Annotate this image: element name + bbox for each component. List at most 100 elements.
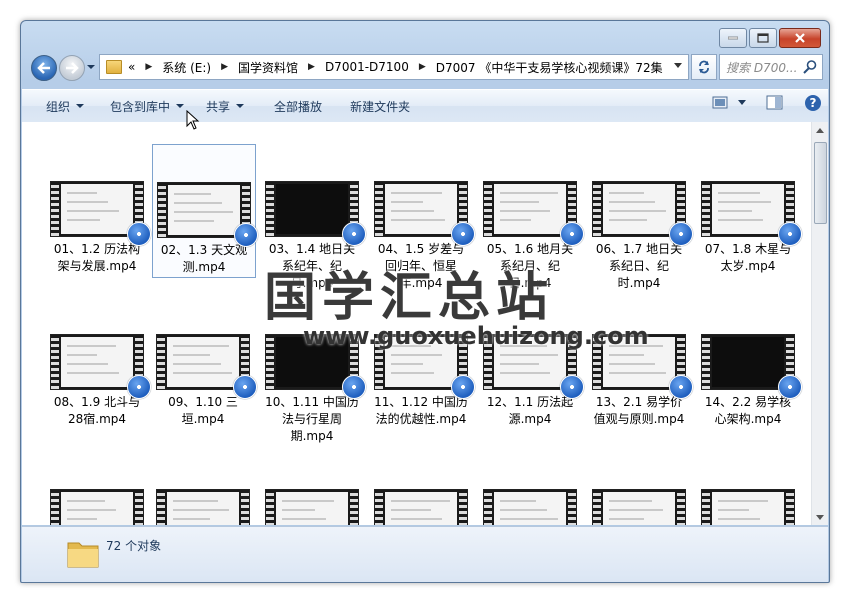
thumbnail-frame bbox=[61, 337, 133, 387]
thumbnail-text-line bbox=[718, 210, 752, 212]
help-icon[interactable]: ? bbox=[804, 94, 822, 112]
search-box[interactable]: 搜索 D700... bbox=[719, 54, 823, 80]
thumbnail-frame bbox=[167, 492, 239, 525]
scrollbar-thumb[interactable] bbox=[814, 142, 827, 224]
media-player-icon bbox=[451, 222, 475, 246]
thumbnail-text-line bbox=[67, 201, 108, 203]
film-strip bbox=[51, 490, 59, 525]
breadcrumb-item[interactable]: D7001-D7100 bbox=[325, 60, 409, 74]
file-item[interactable] bbox=[370, 452, 472, 525]
breadcrumb-overflow[interactable]: « bbox=[128, 60, 135, 74]
media-player-icon bbox=[560, 222, 584, 246]
maximize-button[interactable] bbox=[749, 28, 777, 48]
address-dropdown-icon[interactable] bbox=[674, 63, 682, 69]
thumbnail-text-line bbox=[391, 500, 450, 502]
play-all-button[interactable]: 全部播放 bbox=[264, 90, 332, 122]
thumbnail-text-line bbox=[67, 354, 97, 356]
preview-pane-icon[interactable] bbox=[766, 95, 784, 111]
thumbnail-frame bbox=[167, 337, 239, 387]
thumbnail-frame bbox=[276, 184, 348, 234]
thumbnail-text-line bbox=[718, 500, 768, 502]
thumbnail-text-line bbox=[67, 345, 116, 347]
change-view-icon[interactable] bbox=[712, 96, 730, 110]
vertical-scrollbar[interactable] bbox=[811, 122, 828, 525]
thumbnail-text-line bbox=[391, 363, 423, 365]
file-item[interactable]: 06、1.7 地日关系纪日、纪时.mp4 bbox=[588, 144, 693, 292]
file-item[interactable] bbox=[46, 452, 148, 525]
video-thumbnail bbox=[156, 334, 257, 399]
film-strip bbox=[375, 182, 383, 236]
thumbnail-text-line bbox=[500, 500, 536, 502]
file-item[interactable]: 01、1.2 历法构架与发展.mp4 bbox=[46, 144, 151, 275]
scroll-down-button[interactable] bbox=[812, 509, 828, 525]
file-item[interactable]: 02、1.3 天文观测.mp4 bbox=[152, 144, 258, 278]
film-strip bbox=[158, 183, 166, 237]
thumbnail-text-line bbox=[173, 372, 232, 374]
thumbnail-text-line bbox=[718, 219, 763, 221]
file-name: 11、1.12 中国历法的优越性.mp4 bbox=[374, 395, 468, 426]
thumbnail-text-line bbox=[173, 354, 210, 356]
video-thumbnail bbox=[374, 489, 468, 525]
file-item[interactable]: 13、2.1 易学价值观与原则.mp4 bbox=[588, 297, 693, 428]
thumbnail-text-line bbox=[500, 518, 558, 520]
close-button[interactable] bbox=[779, 28, 821, 48]
scroll-up-button[interactable] bbox=[812, 122, 828, 138]
command-bar: 组织 包含到库中 共享 全部播放 新建文件夹 ? bbox=[22, 89, 828, 123]
file-item[interactable]: 08、1.9 北斗与28宿.mp4 bbox=[46, 297, 151, 428]
video-thumbnail bbox=[50, 181, 151, 246]
forward-button[interactable] bbox=[59, 55, 85, 81]
thumbnail-text-line bbox=[174, 193, 211, 195]
thumbnail-text-line bbox=[718, 201, 771, 203]
thumbnail-text-line bbox=[67, 219, 100, 221]
video-thumbnail bbox=[701, 489, 795, 525]
file-item[interactable]: 09、1.10 三垣.mp4 bbox=[152, 297, 257, 428]
thumbnail-frame bbox=[494, 184, 566, 234]
file-item[interactable] bbox=[479, 452, 581, 525]
file-item[interactable] bbox=[588, 452, 690, 525]
view-dropdown-icon[interactable] bbox=[738, 99, 748, 107]
thumbnail-text-line bbox=[500, 363, 539, 365]
thumbnail-text-line bbox=[609, 509, 663, 511]
file-item[interactable] bbox=[261, 452, 363, 525]
share-menu[interactable]: 共享 bbox=[196, 90, 254, 122]
file-item[interactable]: 07、1.8 木星与太岁.mp4 bbox=[697, 144, 802, 275]
file-name: 07、1.8 木星与太岁.mp4 bbox=[704, 242, 792, 273]
search-placeholder: 搜索 D700... bbox=[726, 60, 798, 75]
film-strip bbox=[702, 490, 710, 525]
thumbnail-text-line bbox=[609, 354, 644, 356]
thumbnail-text-line bbox=[718, 518, 760, 520]
thumbnail-text-line bbox=[718, 509, 749, 511]
address-row: « ▶ 系统 (E:) ▶ 国学资料馆 ▶ D7001-D7100 ▶ D700… bbox=[29, 53, 823, 83]
film-strip bbox=[135, 490, 143, 525]
address-bar[interactable]: « ▶ 系统 (E:) ▶ 国学资料馆 ▶ D7001-D7100 ▶ D700… bbox=[99, 54, 689, 80]
refresh-button[interactable] bbox=[691, 54, 717, 80]
recent-pages-dropdown-icon[interactable] bbox=[87, 63, 95, 71]
film-strip bbox=[568, 490, 576, 525]
video-thumbnail bbox=[50, 334, 151, 399]
breadcrumb-item[interactable]: D7007 《中华干支易学核心视频课》72集 bbox=[436, 59, 663, 76]
include-in-library-menu[interactable]: 包含到库中 bbox=[100, 90, 194, 122]
thumbnail-text-line bbox=[282, 518, 326, 520]
thumbnail-text-line bbox=[500, 210, 550, 212]
organize-menu[interactable]: 组织 bbox=[36, 90, 94, 122]
breadcrumb-item[interactable]: 系统 (E:) bbox=[162, 59, 211, 76]
file-item[interactable] bbox=[697, 452, 799, 525]
details-pane: 72 个对象 bbox=[22, 526, 828, 582]
minimize-button[interactable] bbox=[719, 28, 747, 48]
file-item[interactable]: 14、2.2 易学核心架构.mp4 bbox=[697, 297, 802, 428]
thumbnail-frame bbox=[61, 492, 133, 525]
share-label: 共享 bbox=[206, 99, 231, 114]
thumbnail-frame bbox=[603, 492, 675, 525]
file-item[interactable] bbox=[152, 452, 254, 525]
film-strip bbox=[266, 335, 274, 389]
search-icon[interactable] bbox=[802, 59, 818, 75]
back-button[interactable] bbox=[31, 55, 57, 81]
new-folder-button[interactable]: 新建文件夹 bbox=[340, 90, 420, 122]
breadcrumb: « ▶ 系统 (E:) ▶ 国学资料馆 ▶ D7001-D7100 ▶ D700… bbox=[128, 59, 663, 76]
media-player-icon bbox=[778, 222, 802, 246]
film-strip bbox=[484, 182, 492, 236]
thumbnail-text-line bbox=[173, 345, 229, 347]
dropdown-arrow-icon bbox=[236, 104, 245, 108]
breadcrumb-item[interactable]: 国学资料馆 bbox=[238, 59, 298, 76]
video-thumbnail bbox=[156, 489, 250, 525]
